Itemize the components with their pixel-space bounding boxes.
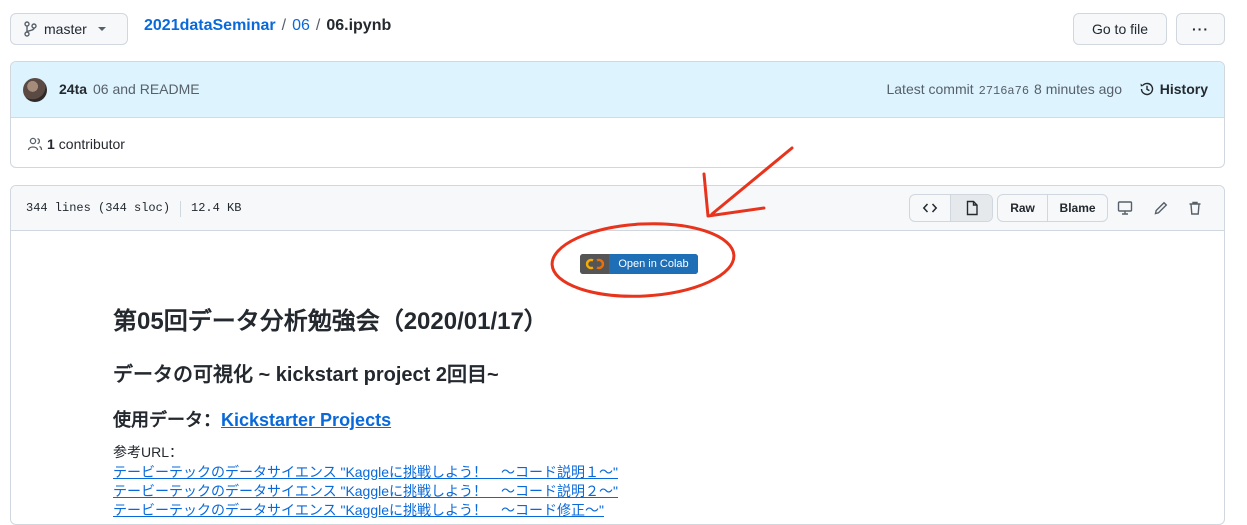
commit-message-link[interactable]: 06 and README	[93, 81, 200, 97]
reference-link[interactable]: テービーテックのデータサイエンス "Kaggleに挑戦しよう！ ～コード説明１～…	[113, 462, 618, 482]
data-source-heading: 使用データ：Kickstarter Projects	[113, 406, 391, 432]
git-branch-icon	[24, 21, 37, 37]
history-link[interactable]: History	[1139, 81, 1208, 97]
pencil-icon[interactable]	[1153, 200, 1169, 216]
breadcrumb-separator: /	[315, 17, 321, 34]
history-label: History	[1159, 81, 1208, 97]
chevron-down-icon	[97, 27, 106, 31]
file-viewer: 344 lines (344 sloc) 12.4 KB Raw Blame O…	[10, 185, 1225, 525]
view-mode-toggle	[909, 194, 993, 222]
breadcrumb-folder-link[interactable]: 06	[292, 17, 310, 35]
file-size: 12.4 KB	[191, 201, 242, 215]
breadcrumb-separator: /	[281, 17, 287, 34]
display-rendered-button[interactable]	[951, 195, 992, 221]
open-in-colab-badge[interactable]: Open in Colab	[580, 254, 698, 274]
breadcrumb-repo-link[interactable]: 2021dataSeminar	[144, 17, 276, 35]
blame-button[interactable]: Blame	[1048, 195, 1107, 221]
branch-name: master	[44, 21, 87, 37]
breadcrumb-current-file: 06.ipynb	[326, 17, 392, 34]
kickstarter-projects-link[interactable]: Kickstarter Projects	[221, 410, 391, 430]
colab-logo-icon	[580, 254, 609, 274]
latest-commit-bar: 24ta 06 and README Latest commit 2716a76…	[11, 62, 1224, 118]
file-meta: 344 lines (344 sloc) 12.4 KB	[26, 201, 241, 217]
contributors-label: contributor	[58, 136, 125, 152]
file-line-count: 344 lines (344 sloc)	[26, 201, 171, 215]
notebook-title: 第05回データ分析勉強会（2020/01/17）	[113, 308, 548, 335]
branch-select-button[interactable]: master	[10, 13, 128, 45]
reference-link[interactable]: テービーテックのデータサイエンス "Kaggleに挑戦しよう！ ～コード説明２～…	[113, 481, 618, 501]
breadcrumb: 2021dataSeminar / 06 / 06.ipynb	[144, 17, 391, 35]
meta-divider	[180, 201, 182, 217]
reference-link[interactable]: テービーテックのデータサイエンス "Kaggleに挑戦しよう！ ～コード修正～"	[113, 500, 604, 520]
commit-author-link[interactable]: 24ta	[59, 81, 87, 97]
desktop-icon[interactable]	[1117, 200, 1133, 216]
file-icon	[966, 200, 978, 216]
trash-icon[interactable]	[1187, 200, 1203, 216]
more-options-button[interactable]: ···	[1176, 13, 1225, 45]
commit-info-box: 24ta 06 and README Latest commit 2716a76…	[10, 61, 1225, 168]
avatar[interactable]	[23, 78, 47, 102]
history-icon	[1140, 82, 1153, 96]
contributors-link[interactable]: 1 contributor	[27, 136, 125, 152]
code-icon	[922, 203, 938, 213]
contributors-count: 1	[47, 136, 55, 152]
data-source-label: 使用データ：	[113, 410, 221, 430]
latest-commit-info: Latest commit 2716a76 8 minutes ago	[886, 81, 1122, 98]
raw-blame-group: Raw Blame	[997, 194, 1108, 222]
raw-button[interactable]: Raw	[998, 195, 1049, 221]
display-source-button[interactable]	[910, 195, 952, 221]
file-header: 344 lines (344 sloc) 12.4 KB Raw Blame	[11, 186, 1224, 231]
people-icon	[27, 137, 43, 151]
colab-badge-label: Open in Colab	[609, 254, 698, 274]
latest-commit-label: Latest commit	[886, 81, 974, 97]
notebook-subtitle: データの可視化 ~ kickstart project 2回目~	[113, 364, 499, 386]
commit-time: 8 minutes ago	[1034, 81, 1122, 97]
reference-label: 参考URL：	[113, 444, 184, 460]
commit-sha-link[interactable]: 2716a76	[979, 84, 1029, 98]
go-to-file-button[interactable]: Go to file	[1073, 13, 1167, 45]
